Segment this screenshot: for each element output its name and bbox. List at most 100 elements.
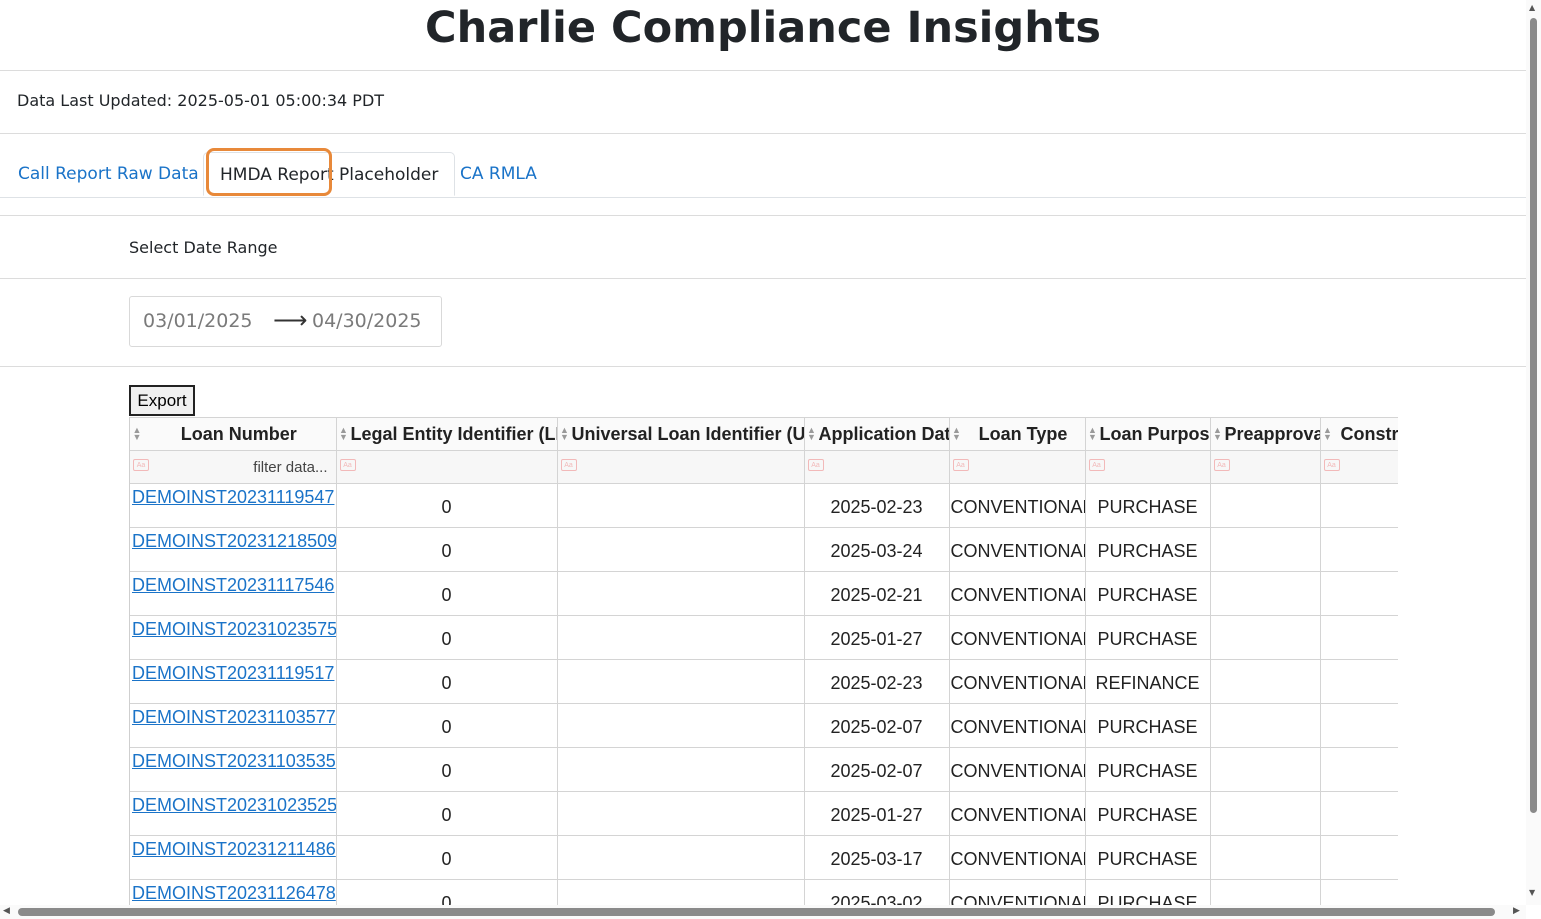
loan-number-link[interactable]: DEMOINST20231023575	[132, 619, 335, 639]
tab-call-report-raw-data[interactable]: Call Report Raw Data	[18, 152, 199, 196]
date-cell: 2025-02-07	[804, 703, 950, 748]
column-header-label: Application Date	[818, 423, 949, 444]
date-cell: 2025-01-27	[804, 615, 950, 660]
filter-type-icon[interactable]: Aa	[339, 459, 356, 471]
preapproval-cell	[1210, 659, 1321, 704]
column-filter[interactable]: Aa	[804, 450, 950, 484]
column-header[interactable]: ▲ ▼ Loan Purpose	[1085, 417, 1211, 451]
end-date-input[interactable]: 04/30/2025	[312, 310, 422, 332]
lei-cell: 0	[336, 571, 558, 616]
sort-icon[interactable]: ▲ ▼	[807, 426, 817, 442]
date-cell: 2025-02-23	[804, 659, 950, 704]
purpose-cell: PURCHASE	[1085, 527, 1211, 572]
filter-type-icon[interactable]: Aa	[807, 459, 824, 471]
column-filter[interactable]: Aa	[1320, 450, 1398, 484]
construction-cell	[1320, 835, 1398, 880]
filter-type-icon[interactable]: Aa	[133, 459, 149, 471]
loan-number-link[interactable]: DEMOINST20231103577	[132, 707, 335, 727]
loan-number-cell: DEMOINST20231117546	[130, 571, 337, 616]
column-filter[interactable]: Aa	[336, 450, 558, 484]
loan-number-link[interactable]: DEMOINST20231103535	[132, 751, 335, 771]
table-row: DEMOINST20231023525 0 2025-01-27 CONVENTION…	[130, 791, 1398, 836]
sort-icon[interactable]: ▲ ▼	[339, 426, 349, 442]
column-header[interactable]: ▲ ▼ Application Date	[804, 417, 950, 451]
table-row: DEMOINST20231126478 0 2025-03-02 CONVENTION…	[130, 879, 1398, 905]
type-cell: CONVENTIONAL	[949, 527, 1086, 572]
column-filter[interactable]: Aa	[949, 450, 1086, 484]
uli-cell	[557, 703, 805, 748]
scroll-right-icon[interactable]: ▶	[1513, 906, 1520, 916]
construction-cell	[1320, 659, 1398, 704]
scroll-up-icon[interactable]: ▲	[1529, 3, 1535, 12]
column-filter[interactable]: Aa	[1210, 450, 1321, 484]
column-filter[interactable]: Aa filter data...	[130, 450, 337, 484]
construction-cell	[1320, 791, 1398, 836]
date-cell: 2025-02-21	[804, 571, 950, 616]
sort-icon[interactable]: ▲ ▼	[132, 426, 142, 442]
loan-number-link[interactable]: DEMOINST20231119547	[132, 487, 334, 507]
sort-icon[interactable]: ▲ ▼	[560, 426, 570, 442]
filter-input[interactable]: filter data...	[253, 459, 327, 476]
date-cell: 2025-02-23	[804, 483, 950, 528]
tab-hmda-report-placeholder[interactable]: HMDA Report Placeholder	[203, 152, 456, 196]
column-header-label: Loan Type	[978, 423, 1068, 444]
loan-number-cell: DEMOINST20231103535	[130, 747, 337, 792]
loan-number-link[interactable]: DEMOINST20231023525	[132, 795, 335, 815]
divider	[0, 278, 1526, 279]
scroll-down-icon[interactable]: ▼	[1529, 888, 1535, 897]
start-date-input[interactable]: 03/01/2025	[143, 310, 253, 332]
filter-type-icon[interactable]: Aa	[1088, 459, 1105, 471]
sort-icon[interactable]: ▲ ▼	[952, 426, 962, 442]
horizontal-scrollbar[interactable]: ◀ ▶	[0, 905, 1526, 919]
purpose-cell: PURCHASE	[1085, 571, 1211, 616]
type-cell: CONVENTIONAL	[949, 703, 1086, 748]
export-button[interactable]: Export	[129, 385, 195, 416]
preapproval-cell	[1210, 483, 1321, 528]
divider	[0, 366, 1526, 367]
column-header[interactable]: ▲ ▼ Legal Entity Identifier (LEI)	[336, 417, 558, 451]
vertical-scroll-thumb[interactable]	[1530, 18, 1537, 813]
loan-number-link[interactable]: DEMOINST20231126478	[132, 883, 335, 903]
uli-cell	[557, 615, 805, 660]
date-cell: 2025-03-02	[804, 879, 950, 905]
uli-cell	[557, 527, 805, 572]
filter-type-icon[interactable]: Aa	[1213, 459, 1230, 471]
loan-number-cell: DEMOINST20231023525	[130, 791, 337, 836]
horizontal-scroll-thumb[interactable]	[18, 908, 1495, 916]
loan-number-cell: DEMOINST20231126478	[130, 879, 337, 905]
sort-icon[interactable]: ▲ ▼	[1323, 426, 1333, 442]
column-header[interactable]: ▲ ▼ Universal Loan Identifier (ULI)	[557, 417, 805, 451]
filter-type-icon[interactable]: Aa	[1323, 459, 1340, 471]
loan-number-link[interactable]: DEMOINST20231218509	[132, 531, 335, 551]
type-cell: CONVENTIONAL	[949, 483, 1086, 528]
lei-cell: 0	[336, 483, 558, 528]
data-grid: ▲ ▼ Loan Number ▲ ▼ Legal Entity Identifier (…	[129, 417, 1398, 905]
purpose-cell: PURCHASE	[1085, 791, 1211, 836]
loan-number-link[interactable]: DEMOINST20231117546	[132, 575, 334, 595]
loan-number-link[interactable]: DEMOINST20231211486	[132, 839, 335, 859]
lei-cell: 0	[336, 747, 558, 792]
column-header[interactable]: ▲ ▼ Loan Number	[130, 417, 337, 451]
loan-number-link[interactable]: DEMOINST20231119517	[132, 663, 334, 683]
sort-icon[interactable]: ▲ ▼	[1213, 426, 1223, 442]
lei-cell: 0	[336, 879, 558, 905]
filter-type-icon[interactable]: Aa	[952, 459, 969, 471]
tab-ca-rmla[interactable]: CA RMLA	[460, 152, 537, 196]
table-row: DEMOINST20231218509 0 2025-03-24 CONVENTION…	[130, 527, 1398, 572]
column-header[interactable]: ▲ ▼ Preapproval	[1210, 417, 1321, 451]
date-range-picker[interactable]: 03/01/2025 ⟶ 04/30/2025	[129, 296, 442, 347]
vertical-scrollbar[interactable]: ▲ ▼	[1526, 0, 1541, 905]
column-header[interactable]: ▲ ▼ Loan Type	[949, 417, 1086, 451]
column-header[interactable]: ▲▼ Construction Method	[1320, 417, 1398, 451]
date-range-label: Select Date Range	[129, 238, 278, 257]
table-row: DEMOINST20231103535 0 2025-02-07 CONVENTION…	[130, 747, 1398, 792]
construction-cell	[1320, 527, 1398, 572]
column-filter[interactable]: Aa	[1085, 450, 1211, 484]
column-header-label: Preapproval	[1224, 423, 1320, 444]
scroll-left-icon[interactable]: ◀	[3, 906, 10, 916]
filter-type-icon[interactable]: Aa	[560, 459, 577, 471]
preapproval-cell	[1210, 747, 1321, 792]
preapproval-cell	[1210, 615, 1321, 660]
column-filter[interactable]: Aa	[557, 450, 805, 484]
sort-icon[interactable]: ▲ ▼	[1088, 426, 1098, 442]
